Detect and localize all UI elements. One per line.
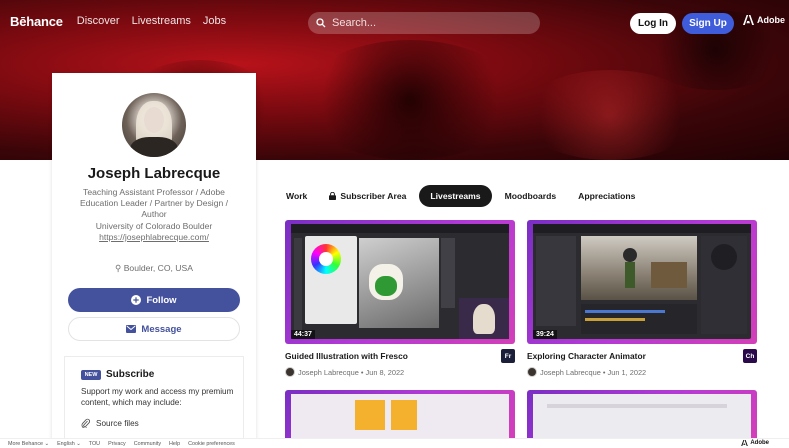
profile-name: Joseph Labrecque bbox=[87, 165, 221, 182]
tab-appreciations[interactable]: Appreciations bbox=[578, 185, 635, 207]
tab-moodboards-label: Moodboards bbox=[504, 191, 557, 201]
project-title[interactable]: Exploring Character Animator bbox=[527, 351, 646, 361]
fresco-screenshot bbox=[291, 224, 509, 339]
subscribe-title: Subscribe bbox=[106, 369, 155, 380]
adobe-link[interactable]: Adobe bbox=[743, 15, 785, 25]
tab-appreciations-label: Appreciations bbox=[578, 191, 636, 201]
project-card[interactable]: 39:24 Exploring Character Animator Ch Jo… bbox=[527, 220, 757, 385]
footer-more-behance[interactable]: More Behance ⌄ bbox=[8, 441, 49, 447]
meta-separator: • bbox=[600, 367, 608, 377]
adobe-icon bbox=[741, 440, 749, 446]
follow-button[interactable]: Follow bbox=[68, 288, 240, 312]
project-date: Jun 1, 2022 bbox=[607, 367, 647, 377]
profile-bio: Teaching Assistant Professor / Adobe Edu… bbox=[74, 187, 234, 243]
meta-separator: • bbox=[358, 367, 366, 377]
behance-logo[interactable]: Bēhance bbox=[10, 14, 63, 29]
nav-livestreams[interactable]: Livestreams bbox=[132, 15, 191, 27]
project-author[interactable]: Joseph Labrecque bbox=[298, 368, 359, 377]
footer-cookie-preferences[interactable]: Cookie preferences bbox=[188, 441, 235, 447]
new-badge: NEW bbox=[81, 370, 101, 380]
project-title[interactable]: Guided Illustration with Fresco bbox=[285, 351, 408, 361]
author-avatar[interactable] bbox=[285, 367, 295, 377]
login-button[interactable]: Log In bbox=[630, 13, 676, 34]
tab-moodboards[interactable]: Moodboards bbox=[505, 185, 557, 207]
footer-tou[interactable]: TOU bbox=[89, 441, 100, 447]
project-meta: Joseph Labrecque • Jun 1, 2022 bbox=[527, 367, 646, 377]
footer-privacy[interactable]: Privacy bbox=[108, 441, 126, 447]
footer-help[interactable]: Help bbox=[169, 441, 180, 447]
tab-subscriber-area[interactable]: Subscriber Area bbox=[329, 185, 406, 207]
message-label: Message bbox=[141, 323, 182, 335]
adobe-icon bbox=[743, 15, 754, 25]
source-files-item: Source files bbox=[81, 418, 139, 428]
video-duration: 39:24 bbox=[533, 330, 557, 339]
project-card[interactable]: 44:37 Guided Illustration with Fresco Fr… bbox=[285, 220, 515, 385]
fresco-app-icon: Fr bbox=[501, 349, 515, 363]
follow-label: Follow bbox=[146, 294, 177, 306]
nav-jobs[interactable]: Jobs bbox=[203, 15, 226, 27]
paperclip-icon bbox=[81, 418, 90, 428]
signup-button[interactable]: Sign Up bbox=[682, 13, 734, 34]
tab-livestreams-label: Livestreams bbox=[430, 191, 481, 201]
author-avatar[interactable] bbox=[527, 367, 537, 377]
lock-icon bbox=[329, 192, 337, 200]
envelope-icon bbox=[126, 325, 137, 333]
footer-language[interactable]: English ⌄ bbox=[57, 441, 81, 447]
bio-line: Author bbox=[141, 209, 167, 220]
project-thumbnail[interactable]: 39:24 bbox=[527, 220, 757, 344]
profile-location: ⚲ Boulder, CO, USA bbox=[52, 263, 256, 274]
message-button[interactable]: Message bbox=[68, 317, 240, 341]
footer-bar: More Behance ⌄ English ⌄ TOU Privacy Com… bbox=[0, 438, 789, 448]
subscribe-panel: NEW Subscribe Support my work and access… bbox=[64, 356, 244, 448]
video-duration: 44:37 bbox=[291, 330, 315, 339]
profile-tabs: Work Subscriber Area Livestreams Moodboa… bbox=[286, 185, 657, 207]
profile-card: Joseph Labrecque Teaching Assistant Prof… bbox=[52, 73, 256, 448]
plus-icon bbox=[131, 295, 142, 305]
tab-livestreams[interactable]: Livestreams bbox=[419, 185, 492, 207]
project-thumbnail[interactable] bbox=[527, 390, 757, 438]
project-thumbnail[interactable] bbox=[285, 390, 515, 438]
search-input[interactable]: Search... bbox=[308, 12, 540, 34]
adobe-label: Adobe bbox=[757, 15, 785, 25]
profile-organization: University of Colorado Boulder bbox=[95, 220, 213, 231]
subscribe-text: Support my work and access my premium co… bbox=[81, 387, 234, 407]
project-meta: Joseph Labrecque • Jun 8, 2022 bbox=[285, 367, 404, 377]
avatar[interactable] bbox=[122, 93, 186, 157]
project-date: Jun 8, 2022 bbox=[365, 367, 405, 377]
nav-discover[interactable]: Discover bbox=[77, 15, 120, 27]
source-files-label: Source files bbox=[96, 418, 139, 428]
footer-adobe-label: Adobe bbox=[750, 440, 769, 446]
location-text: Boulder, CO, USA bbox=[123, 263, 193, 273]
profile-website-link[interactable]: https://josephlabrecque.com/ bbox=[74, 232, 234, 243]
tab-work-label: Work bbox=[286, 191, 308, 201]
bio-line: Teaching Assistant Professor / Adobe bbox=[83, 187, 225, 197]
location-pin-icon: ⚲ bbox=[115, 263, 124, 273]
character-animator-screenshot bbox=[533, 224, 751, 339]
search-placeholder: Search... bbox=[332, 17, 377, 29]
bio-line: Education Leader / Partner by Design / bbox=[79, 198, 229, 209]
project-author[interactable]: Joseph Labrecque bbox=[540, 368, 601, 377]
character-animator-app-icon: Ch bbox=[743, 349, 757, 363]
tab-work[interactable]: Work bbox=[286, 185, 307, 207]
project-thumbnail[interactable]: 44:37 bbox=[285, 220, 515, 344]
search-icon bbox=[316, 18, 326, 28]
tab-subscriber-area-label: Subscriber Area bbox=[340, 191, 407, 201]
footer-adobe-logo[interactable]: Adobe bbox=[741, 440, 777, 446]
footer-community[interactable]: Community bbox=[134, 441, 161, 447]
